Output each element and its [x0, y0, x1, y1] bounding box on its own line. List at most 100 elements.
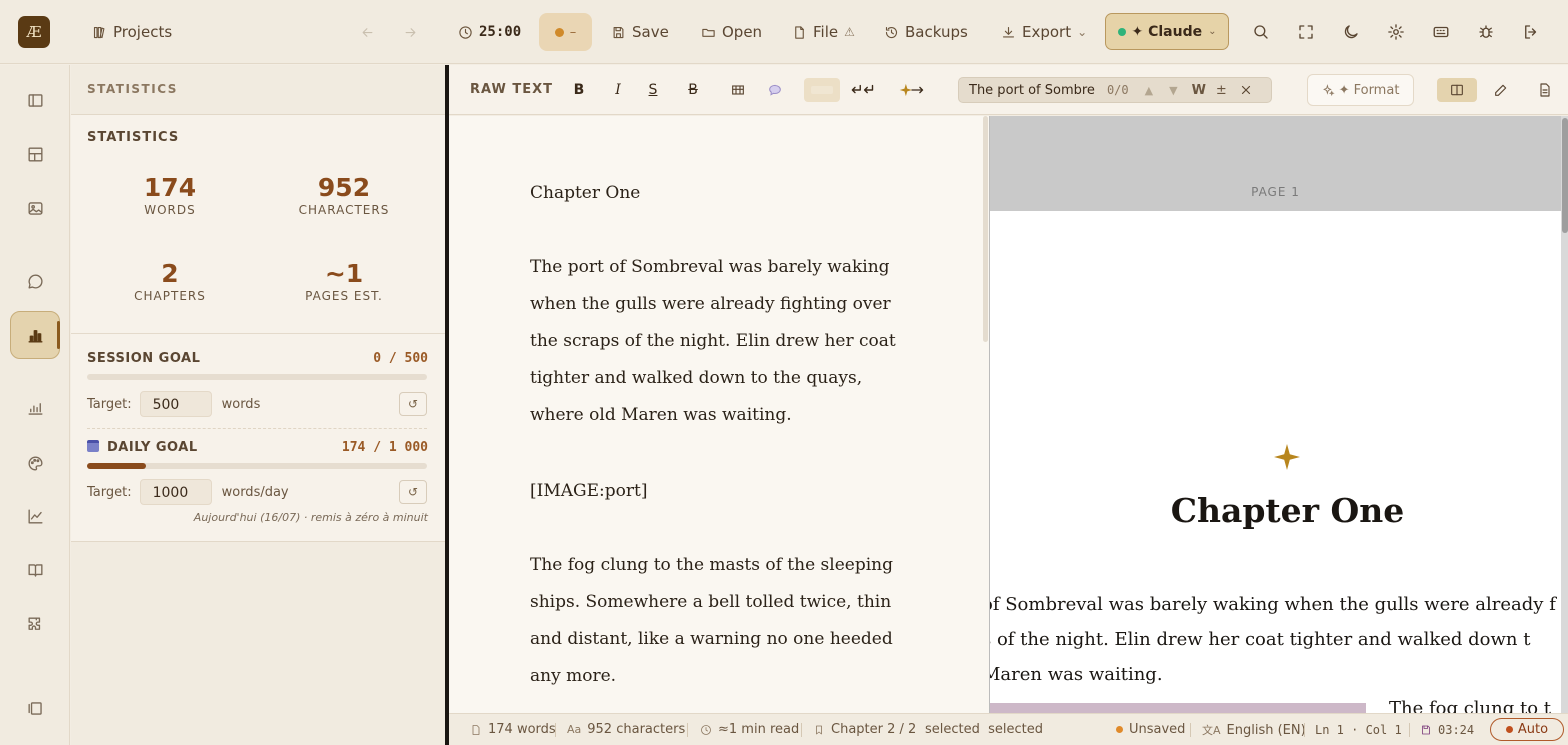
translate-icon: 文A	[1202, 724, 1221, 737]
puzzle-icon	[27, 616, 40, 630]
autosave-toggle[interactable]: Auto	[1490, 718, 1564, 741]
strikethrough-button[interactable]: B	[683, 78, 703, 102]
find-next-button[interactable]: ▼	[1169, 84, 1177, 97]
sidebar-item-book[interactable]	[22, 557, 48, 583]
sidebar-item-statistics[interactable]	[22, 322, 48, 348]
star-arrow-icon	[899, 83, 924, 97]
preview-view-button[interactable]	[1525, 78, 1565, 102]
status-bar: 174 words Aa 952 characters ≈1 min read …	[449, 713, 1568, 745]
separator	[1190, 723, 1191, 737]
daily-goal-title-text: DAILY GOAL	[107, 440, 198, 455]
keyboard-icon	[1433, 26, 1449, 38]
session-target-row: Target: 500 words	[87, 391, 427, 417]
editor-scrollbar[interactable]	[983, 116, 988, 342]
debug-button[interactable]	[1474, 20, 1498, 44]
separator	[555, 723, 556, 737]
preview-chapter-title: Chapter One	[1170, 491, 1405, 530]
ai-assistant-button[interactable]: ✦ Claude ⌄	[1105, 13, 1229, 50]
edit-view-button[interactable]	[1481, 78, 1521, 102]
pomodoro-toggle[interactable]: –	[539, 13, 592, 51]
document-icon	[1540, 83, 1550, 97]
sidebar-item-progress[interactable]	[22, 395, 48, 421]
stat-value: 952	[317, 173, 371, 202]
case-toggle[interactable]: ±	[1216, 83, 1227, 98]
separator	[1409, 723, 1410, 737]
status-unsaved-text: Unsaved	[1129, 722, 1186, 737]
sidebar-item-comments[interactable]	[22, 268, 48, 294]
preview-scrollbar-thumb[interactable]	[1562, 118, 1568, 233]
bold-button[interactable]: B	[569, 78, 589, 102]
sidebar-item-layout[interactable]	[22, 141, 48, 167]
daily-target-input[interactable]: 1000	[139, 479, 212, 505]
projects-label: Projects	[113, 23, 173, 41]
line-break-button[interactable]	[849, 78, 875, 102]
editor-mode-label: RAW TEXT	[470, 82, 553, 97]
close-icon	[1241, 85, 1250, 95]
find-input[interactable]: The port of Sombre	[969, 83, 1095, 98]
find-close-button[interactable]	[1239, 83, 1253, 97]
pencil-icon	[1495, 84, 1507, 96]
pomodoro-timer[interactable]: 25:00	[458, 14, 521, 50]
status-autosave-time: 03:24	[1420, 723, 1474, 737]
export-button[interactable]: Export ⌄	[1001, 14, 1087, 50]
find-prev-button[interactable]: ▲	[1145, 84, 1153, 97]
whole-word-toggle[interactable]: W	[1192, 83, 1206, 98]
palette-icon	[28, 455, 43, 471]
status-cursor: Ln 1 · Col 1	[1315, 723, 1402, 737]
image-icon	[27, 201, 43, 215]
ai-status-dot	[1117, 27, 1126, 36]
stat-characters: 952 CHARACTERS	[259, 173, 429, 217]
logout-button[interactable]	[1519, 20, 1543, 44]
underline-button[interactable]: S	[643, 78, 663, 102]
sidebar-item-analytics[interactable]	[22, 503, 48, 529]
stat-label: PAGES EST.	[305, 289, 383, 303]
undo-button[interactable]	[360, 14, 375, 50]
preview-scrollbar[interactable]	[1561, 116, 1568, 713]
stat-value: 174	[143, 173, 197, 202]
columns-icon	[1451, 84, 1463, 96]
raw-text-editor[interactable]: Chapter One The port of Sombreval was ba…	[449, 116, 989, 713]
comment-button[interactable]	[764, 78, 786, 102]
status-characters: Aa 952 characters	[567, 722, 685, 737]
folder-open-icon	[702, 28, 715, 37]
status-language[interactable]: 文A English (EN)	[1202, 722, 1306, 738]
divider	[87, 428, 427, 429]
app-logo[interactable]: Æ	[18, 16, 50, 48]
table-button[interactable]	[727, 78, 749, 102]
timer-value: 25:00	[479, 24, 522, 40]
format-button[interactable]: ✦ Format	[1307, 74, 1414, 106]
open-button[interactable]: Open	[701, 14, 762, 50]
search-button[interactable]	[1249, 20, 1273, 44]
split-view-button[interactable]	[1437, 78, 1477, 102]
keyboard-shortcuts-button[interactable]	[1429, 20, 1453, 44]
status-chapter[interactable]: Chapter 2 / 2	[813, 722, 916, 737]
save-button[interactable]: Save	[611, 14, 669, 50]
backups-label: Backups	[905, 23, 968, 41]
sidebar-item-plugins[interactable]	[22, 611, 48, 637]
preview-paragraph: of Sombreval was barely waking when the …	[990, 587, 1561, 692]
sidebar-item-toggle-panel[interactable]	[22, 87, 48, 113]
redo-button[interactable]	[403, 14, 418, 50]
session-target-input[interactable]: 500	[139, 391, 212, 417]
backups-button[interactable]: Backups	[884, 14, 968, 50]
session-goal-reset-button[interactable]: ↺	[399, 392, 427, 416]
table-icon	[732, 85, 744, 95]
daily-goal-reset-button[interactable]: ↺	[399, 480, 427, 504]
chat-bubble-icon	[27, 273, 43, 289]
sidebar-item-collapse[interactable]	[22, 695, 48, 721]
scene-break-button[interactable]	[898, 78, 926, 102]
settings-button[interactable]	[1384, 20, 1408, 44]
highlight-button[interactable]	[804, 78, 840, 102]
file-button[interactable]: File ⚠	[792, 14, 855, 50]
projects-button[interactable]: Projects	[92, 14, 172, 50]
preview-image-placeholder	[990, 703, 1366, 713]
export-label: Export	[1022, 23, 1072, 41]
sidebar-item-images[interactable]	[22, 195, 48, 221]
theme-toggle[interactable]	[1339, 20, 1363, 44]
status-unsaved: Unsaved	[1116, 722, 1185, 737]
fullscreen-button[interactable]	[1294, 20, 1318, 44]
status-characters-text: 952 characters	[587, 722, 686, 737]
sidebar-item-theme[interactable]	[22, 450, 48, 476]
session-goal-title: SESSION GOAL	[87, 351, 201, 366]
italic-button[interactable]: I	[608, 78, 628, 102]
